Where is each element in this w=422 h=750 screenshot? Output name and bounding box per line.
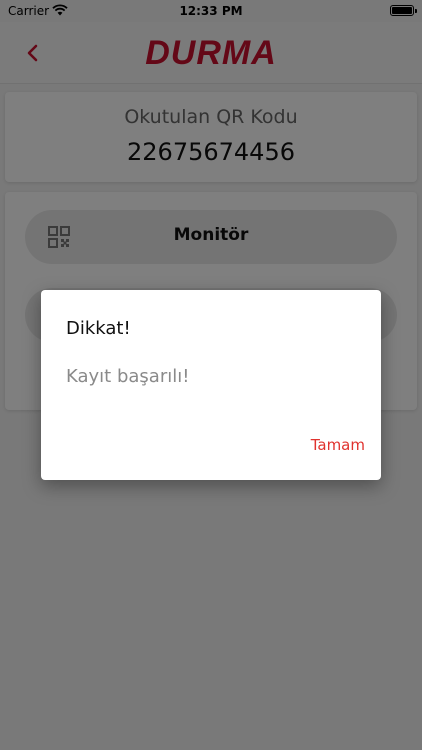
ok-button[interactable]: Tamam [311,436,365,454]
dialog-message: Kayıt başarılı! [66,366,190,387]
dialog-title: Dikkat! [66,318,131,339]
alert-dialog: Dikkat! Kayıt başarılı! Tamam [41,290,381,480]
